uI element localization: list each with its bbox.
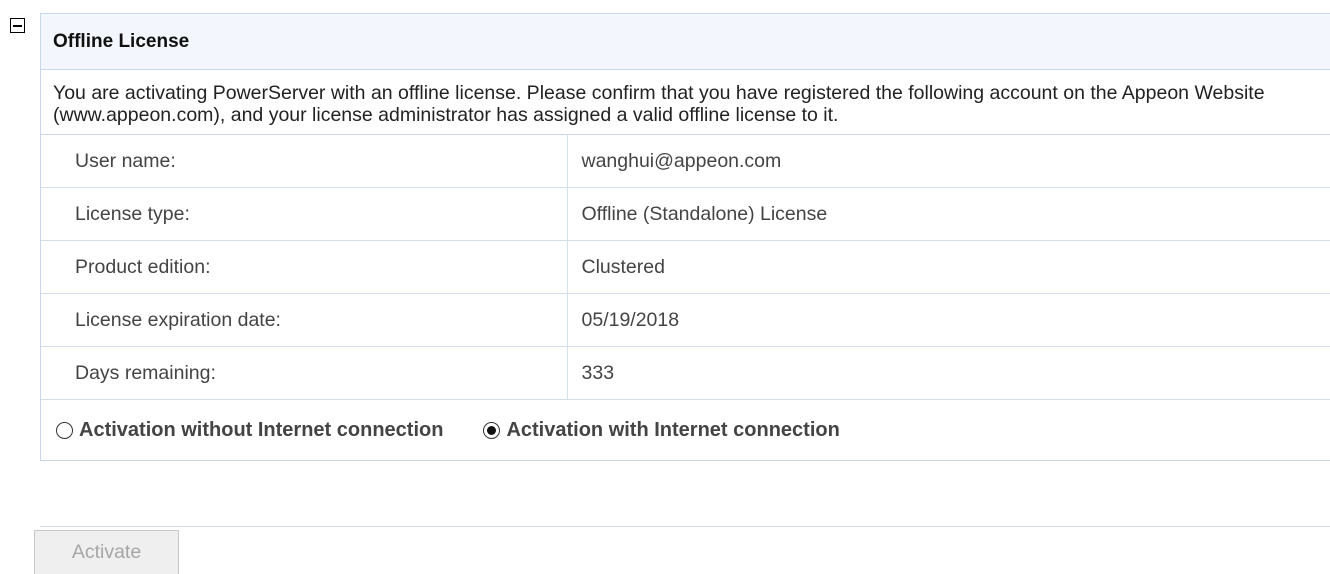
days-remaining-label: Days remaining: <box>41 346 568 400</box>
product-edition-label: Product edition: <box>41 240 568 294</box>
offline-license-page: Offline License You are activating Power… <box>0 0 1330 574</box>
online-activation-label[interactable]: Activation with Internet connection <box>506 419 839 442</box>
expiration-date-value: 05/19/2018 <box>567 293 1330 347</box>
table-row: User name: wanghui@appeon.com <box>41 135 1330 188</box>
product-edition-value: Clustered <box>567 240 1330 294</box>
activation-options: Activation without Internet connection A… <box>41 400 1330 460</box>
license-type-label: License type: <box>41 187 568 241</box>
license-type-value: Offline (Standalone) License <box>567 187 1330 241</box>
table-row: Product edition: Clustered <box>41 240 1330 294</box>
online-activation-radio[interactable]: Activation with Internet connection <box>483 419 840 442</box>
table-row: Days remaining: 333 <box>41 346 1330 400</box>
days-remaining-value: 333 <box>567 346 1330 400</box>
table-row: License type: Offline (Standalone) Licen… <box>41 187 1330 241</box>
offline-license-panel: Offline License You are activating Power… <box>40 13 1330 461</box>
user-name-value: wanghui@appeon.com <box>567 135 1330 188</box>
radio-checked-icon[interactable] <box>483 421 501 439</box>
offline-activation-label[interactable]: Activation without Internet connection <box>79 419 443 442</box>
expiration-date-label: License expiration date: <box>41 293 568 347</box>
user-name-label: User name: <box>41 135 568 188</box>
minus-bar <box>13 24 22 27</box>
activate-button[interactable]: Activate <box>34 530 179 574</box>
radio-unchecked-icon[interactable] <box>56 421 73 439</box>
intro-text: You are activating PowerServer with an o… <box>41 70 1330 135</box>
radio-dot <box>487 425 497 435</box>
collapse-icon[interactable] <box>10 18 25 33</box>
divider <box>40 526 1330 527</box>
table-row: License expiration date: 05/19/2018 <box>41 293 1330 347</box>
panel-title: Offline License <box>41 14 1330 70</box>
license-info-table: User name: wanghui@appeon.com License ty… <box>41 135 1330 400</box>
offline-activation-radio[interactable]: Activation without Internet connection <box>56 419 443 442</box>
